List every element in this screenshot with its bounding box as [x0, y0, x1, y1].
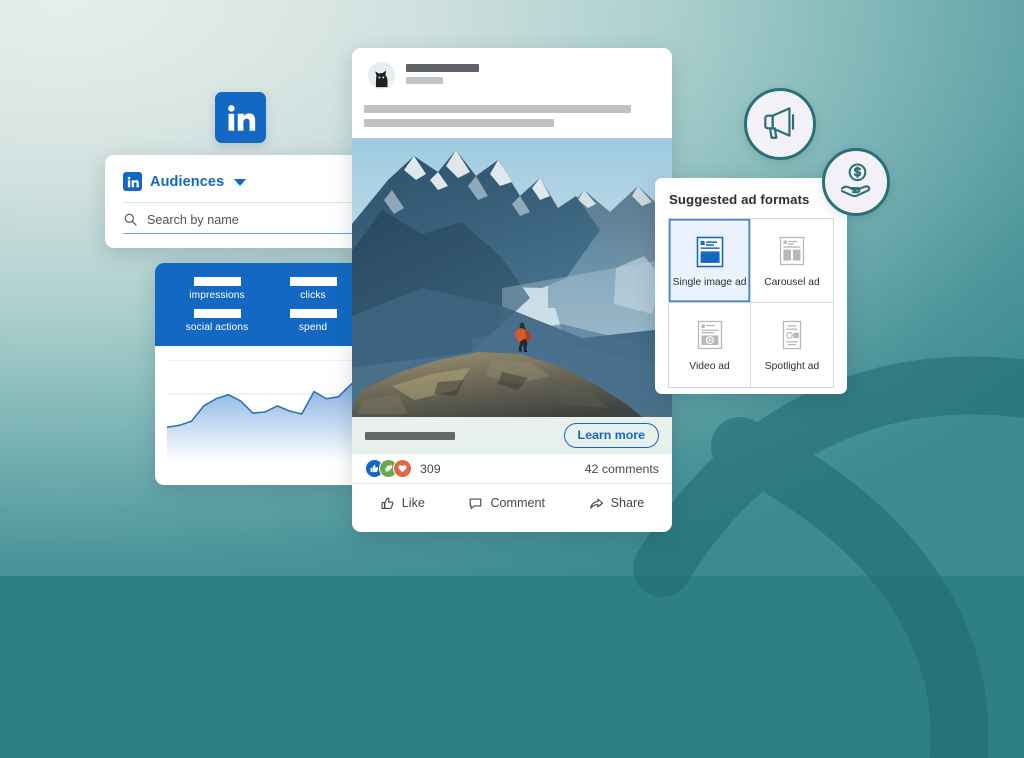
ad-format-tile-carousel[interactable]: Carousel ad	[751, 219, 833, 303]
linkedin-mark-icon	[123, 172, 142, 191]
linkedin-logo	[215, 92, 266, 143]
comment-count[interactable]: 42 comments	[585, 462, 659, 476]
author-placeholder	[406, 62, 479, 84]
avatar	[368, 62, 395, 89]
megaphone-badge	[744, 88, 816, 160]
carousel-ad-icon	[774, 234, 810, 270]
ad-format-label: Single image ad	[672, 276, 747, 288]
audiences-card: Audiences Search by name	[105, 155, 370, 248]
metric-social-actions: social actions	[169, 309, 265, 333]
analytics-card: impressions clicks social actions spend	[155, 263, 375, 485]
post-text-line	[364, 119, 554, 127]
ad-format-label: Spotlight ad	[764, 361, 820, 372]
performance-area-chart	[155, 346, 375, 474]
share-label: Share	[610, 496, 645, 510]
hand-holding-coin-badge	[822, 148, 890, 216]
metric-spend: spend	[265, 309, 361, 333]
video-ad-icon	[692, 318, 728, 354]
metric-value-placeholder	[193, 277, 241, 286]
search-icon	[123, 212, 138, 227]
metric-label: social actions	[185, 322, 249, 333]
ad-format-label: Carousel ad	[764, 276, 820, 288]
ad-format-label: Video ad	[689, 361, 730, 372]
post-text-line	[364, 105, 631, 113]
metric-label: clicks	[300, 290, 326, 301]
ad-formats-title: Suggested ad formats	[669, 192, 810, 207]
comment-bubble-icon	[468, 496, 483, 511]
audiences-header[interactable]: Audiences	[105, 155, 370, 191]
thumbs-up-icon	[380, 496, 395, 511]
single-image-ad-icon	[692, 234, 728, 270]
audiences-title: Audiences	[150, 173, 225, 190]
ad-format-tile-spotlight[interactable]: Spotlight ad	[751, 303, 833, 387]
post-social-counts: 309 42 comments	[352, 454, 672, 484]
ad-format-tile-video[interactable]: Video ad	[669, 303, 751, 387]
share-button[interactable]: Share	[589, 496, 645, 511]
metric-impressions: impressions	[169, 277, 265, 301]
post-header	[352, 48, 672, 89]
reaction-group[interactable]: 309	[365, 459, 441, 478]
post-image	[352, 138, 672, 417]
metrics-summary: impressions clicks social actions spend	[155, 263, 375, 346]
author-name-placeholder	[406, 64, 479, 72]
metric-value-placeholder	[289, 277, 337, 286]
post-body-placeholder	[352, 89, 672, 138]
metric-clicks: clicks	[265, 277, 361, 301]
suggested-ad-formats-card: Suggested ad formats Single image ad Car…	[655, 178, 847, 394]
cta-headline-placeholder	[365, 431, 455, 440]
like-button[interactable]: Like	[380, 496, 425, 511]
post-actions: Like Comment Share	[352, 484, 672, 522]
metric-value-placeholder	[193, 309, 241, 318]
linkedin-post-card: Learn more 309 42 comments Like Comment …	[352, 48, 672, 532]
ad-format-tile-single-image[interactable]: Single image ad	[669, 219, 751, 303]
metric-value-placeholder	[289, 309, 337, 318]
comment-label: Comment	[490, 496, 546, 510]
search-input[interactable]: Search by name	[123, 212, 352, 234]
author-subtitle-placeholder	[406, 77, 443, 84]
share-arrow-icon	[589, 496, 604, 511]
love-reaction-icon	[393, 459, 412, 478]
megaphone-icon	[759, 101, 801, 148]
post-cta-bar: Learn more	[352, 417, 672, 454]
reaction-count: 309	[420, 461, 441, 476]
metric-label: impressions	[189, 290, 245, 301]
divider	[123, 202, 352, 203]
comment-button[interactable]: Comment	[468, 496, 545, 511]
spotlight-ad-icon	[774, 318, 810, 354]
chevron-down-icon[interactable]	[234, 179, 247, 186]
search-placeholder: Search by name	[147, 212, 239, 227]
metric-label: spend	[298, 322, 328, 333]
learn-more-button[interactable]: Learn more	[563, 423, 659, 448]
ad-format-grid: Single image ad Carousel ad Video ad Spo…	[668, 218, 834, 388]
hand-holding-coin-icon	[837, 160, 876, 204]
like-label: Like	[401, 496, 425, 510]
